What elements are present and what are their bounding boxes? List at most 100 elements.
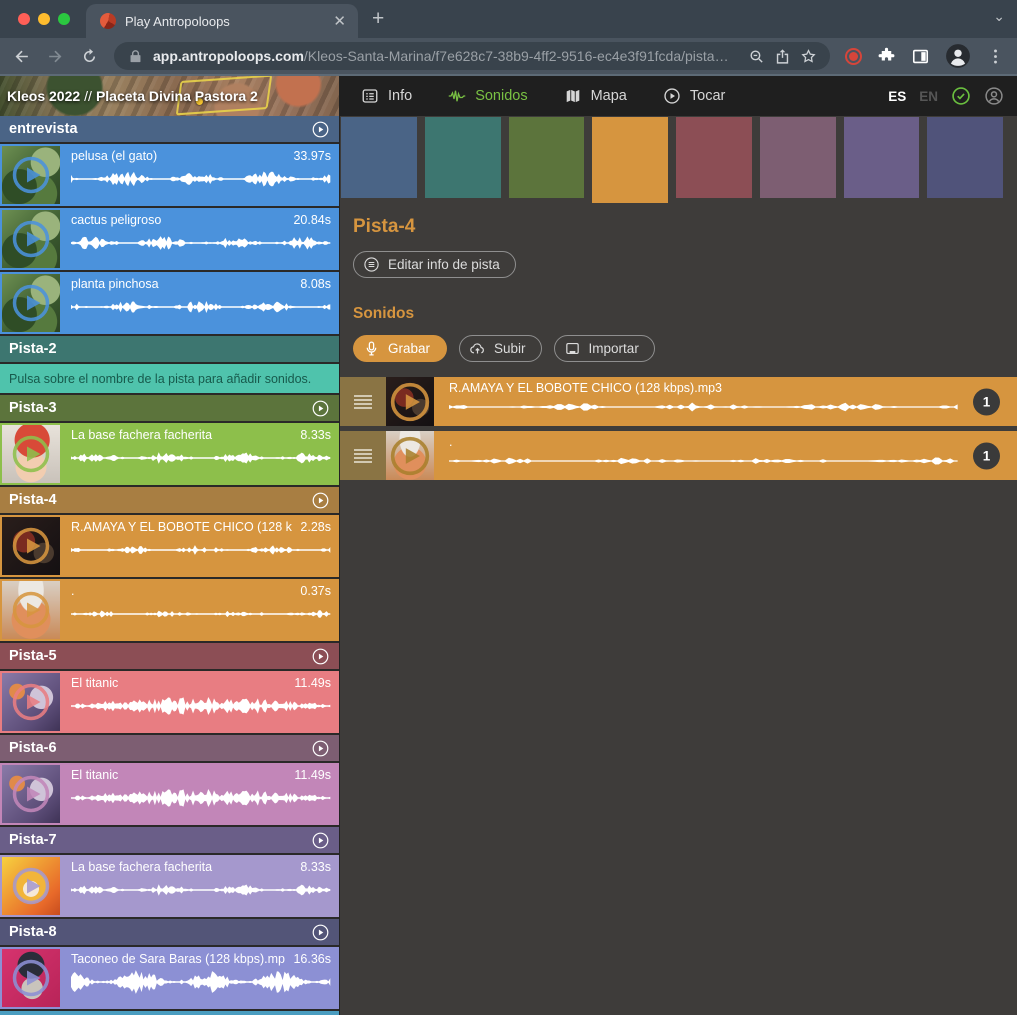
play-track-icon[interactable] bbox=[311, 923, 330, 942]
drag-handle[interactable] bbox=[340, 431, 386, 480]
play-track-icon[interactable] bbox=[311, 739, 330, 758]
play-track-icon[interactable] bbox=[311, 831, 330, 850]
project-banner[interactable]: Kleos 2022//Placeta Divina Pastora 2 bbox=[0, 76, 339, 116]
import-button[interactable]: Importar bbox=[554, 335, 655, 362]
play-track-icon[interactable] bbox=[311, 399, 330, 418]
play-overlay-icon[interactable] bbox=[11, 434, 51, 474]
track-swatch-8[interactable] bbox=[927, 117, 1003, 198]
drag-handle[interactable] bbox=[340, 377, 386, 426]
nav-item-sonidos[interactable]: Sonidos bbox=[448, 87, 527, 105]
track-swatch-4[interactable] bbox=[592, 117, 668, 203]
play-overlay-icon[interactable] bbox=[11, 526, 51, 566]
play-overlay-icon[interactable] bbox=[11, 958, 51, 998]
sound-meta: pelusa (el gato) 33.97s bbox=[62, 144, 339, 206]
play-overlay-icon[interactable] bbox=[389, 435, 431, 477]
track-title: Pista-2 bbox=[9, 341, 57, 357]
tab-close-icon[interactable]: ✕ bbox=[331, 12, 348, 31]
sound-thumbnail[interactable] bbox=[2, 274, 60, 332]
upload-button[interactable]: Subir bbox=[459, 335, 542, 362]
play-overlay-icon[interactable] bbox=[11, 155, 51, 195]
back-icon[interactable] bbox=[12, 47, 31, 66]
language-en[interactable]: EN bbox=[919, 89, 938, 104]
new-tab-button[interactable]: + bbox=[358, 0, 398, 38]
sound-item[interactable]: pelusa (el gato) 33.97s bbox=[0, 144, 339, 206]
play-overlay-icon[interactable] bbox=[389, 381, 431, 423]
bookmark-star-icon[interactable] bbox=[800, 48, 817, 65]
sound-thumbnail[interactable] bbox=[2, 949, 60, 1007]
extensions-puzzle-icon[interactable] bbox=[877, 47, 896, 66]
play-overlay-icon[interactable] bbox=[11, 682, 51, 722]
track-swatch-5[interactable] bbox=[676, 117, 752, 198]
browser-menu-icon[interactable] bbox=[986, 47, 1005, 66]
play-overlay-icon[interactable] bbox=[11, 774, 51, 814]
sound-name: El titanic bbox=[71, 768, 286, 782]
sound-thumbnail[interactable] bbox=[2, 146, 60, 204]
track-header-entrevista[interactable]: entrevista bbox=[0, 116, 339, 142]
zoom-window-button[interactable] bbox=[58, 13, 70, 25]
track-swatch-1[interactable] bbox=[341, 117, 417, 198]
track-header-pista-5[interactable]: Pista-5 bbox=[0, 643, 339, 669]
zoom-icon[interactable] bbox=[748, 48, 765, 65]
sound-thumbnail[interactable] bbox=[2, 517, 60, 575]
side-panel-icon[interactable] bbox=[911, 47, 930, 66]
reload-icon[interactable] bbox=[80, 47, 99, 66]
track-sound-row[interactable]: R.AMAYA Y EL BOBOTE CHICO (128 kbps).mp3… bbox=[340, 377, 1017, 426]
play-overlay-icon[interactable] bbox=[11, 219, 51, 259]
sound-thumbnail[interactable] bbox=[386, 431, 434, 480]
track-swatch-2[interactable] bbox=[425, 117, 501, 198]
sound-thumbnail[interactable] bbox=[386, 377, 434, 426]
sound-item[interactable]: El titanic 11.49s bbox=[0, 671, 339, 733]
track-header-pista-8[interactable]: Pista-8 bbox=[0, 919, 339, 945]
browser-tab[interactable]: Play Antropoloops ✕ bbox=[86, 4, 358, 38]
play-track-icon[interactable] bbox=[311, 647, 330, 666]
track-swatch-6[interactable] bbox=[760, 117, 836, 198]
account-icon[interactable] bbox=[984, 86, 1004, 106]
sound-item[interactable]: El titanic 11.49s bbox=[0, 763, 339, 825]
record-button[interactable]: Grabar bbox=[353, 335, 447, 362]
browser-window: Play Antropoloops ✕ + ⌄ app.antropoloops… bbox=[0, 0, 1017, 1015]
sound-item[interactable]: planta pinchosa 8.08s bbox=[0, 272, 339, 334]
track-sound-row[interactable]: . 1 bbox=[340, 431, 1017, 480]
sound-item[interactable]: . 0.37s bbox=[0, 579, 339, 641]
play-overlay-icon[interactable] bbox=[11, 283, 51, 323]
sound-thumbnail[interactable] bbox=[2, 857, 60, 915]
sound-item[interactable]: R.AMAYA Y EL BOBOTE CHICO (128 kbps)....… bbox=[0, 515, 339, 577]
track-color-swatches bbox=[340, 116, 1017, 203]
import-label: Importar bbox=[589, 341, 639, 356]
sound-item[interactable]: cactus peligroso 20.84s bbox=[0, 208, 339, 270]
traffic-lights bbox=[0, 0, 86, 38]
recording-indicator-icon[interactable] bbox=[845, 48, 862, 65]
sound-thumbnail[interactable] bbox=[2, 425, 60, 483]
play-overlay-icon[interactable] bbox=[11, 866, 51, 906]
sound-thumbnail[interactable] bbox=[2, 581, 60, 639]
address-bar[interactable]: app.antropoloops.com/Kleos-Santa-Marina/… bbox=[114, 42, 830, 70]
nav-item-mapa[interactable]: Mapa bbox=[564, 87, 627, 105]
language-es[interactable]: ES bbox=[888, 89, 906, 104]
tab-search-chevron-icon[interactable]: ⌄ bbox=[993, 8, 1005, 25]
close-window-button[interactable] bbox=[18, 13, 30, 25]
track-header-pista-3[interactable]: Pista-3 bbox=[0, 395, 339, 421]
sound-thumbnail[interactable] bbox=[2, 765, 60, 823]
play-overlay-icon[interactable] bbox=[11, 590, 51, 630]
nav-item-tocar[interactable]: Tocar bbox=[663, 87, 725, 105]
sound-item[interactable]: La base fachera facherita 8.33s bbox=[0, 423, 339, 485]
track-header-pista-7[interactable]: Pista-7 bbox=[0, 827, 339, 853]
sound-thumbnail[interactable] bbox=[2, 673, 60, 731]
edit-track-info-button[interactable]: Editar info de pista bbox=[353, 251, 516, 278]
url-path: /Kleos-Santa-Marina/f7e628c7-38b9-4ff2-9… bbox=[304, 48, 729, 64]
track-header-pista-2[interactable]: Pista-2 bbox=[0, 336, 339, 362]
play-track-icon[interactable] bbox=[311, 120, 330, 139]
nav-item-info[interactable]: Info bbox=[361, 87, 412, 105]
track-swatch-7[interactable] bbox=[844, 117, 920, 198]
track-header-pista-4[interactable]: Pista-4 bbox=[0, 487, 339, 513]
track-swatch-3[interactable] bbox=[509, 117, 585, 198]
track-header-pista-6[interactable]: Pista-6 bbox=[0, 735, 339, 761]
minimize-window-button[interactable] bbox=[38, 13, 50, 25]
browser-profile-avatar[interactable] bbox=[945, 43, 971, 69]
sound-item[interactable]: La base fachera facherita 8.33s bbox=[0, 855, 339, 917]
sound-item[interactable]: Taconeo de Sara Baras (128 kbps).mp3 16.… bbox=[0, 947, 339, 1009]
share-icon[interactable] bbox=[774, 48, 791, 65]
play-track-icon[interactable] bbox=[311, 491, 330, 510]
forward-icon[interactable] bbox=[46, 47, 65, 66]
sound-thumbnail[interactable] bbox=[2, 210, 60, 268]
